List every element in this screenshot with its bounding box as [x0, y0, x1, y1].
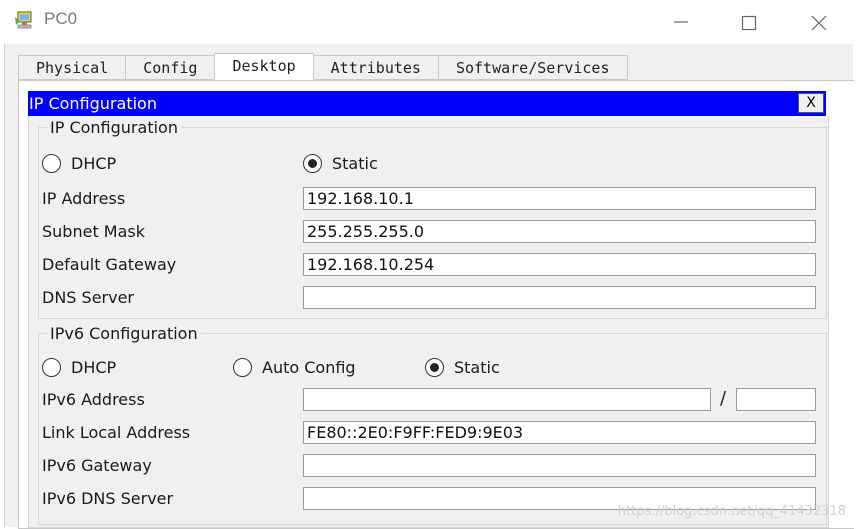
ip-config-title: IP Configuration [29, 94, 157, 113]
radio-selected-dot [308, 159, 317, 168]
ipv6-address-label: IPv6 Address [42, 390, 145, 409]
tab-software-services[interactable]: Software/Services [437, 55, 628, 80]
ipv6-group-legend: IPv6 Configuration [47, 324, 201, 343]
desktop-tab-panel: IP Configuration X IP Configuration DHCP… [18, 80, 854, 529]
ipv6-prefix-input[interactable] [736, 388, 816, 411]
ip-address-label: IP Address [42, 189, 126, 208]
ipv6-dns-label: IPv6 DNS Server [42, 489, 174, 508]
ip-config-body: IP Configuration DHCP Static IP Address … [28, 116, 829, 528]
ipv6-gateway-input[interactable] [303, 454, 816, 477]
prefix-separator: / [720, 388, 727, 409]
link-local-input[interactable]: FE80::2E0:F9FF:FED9:9E03 [303, 421, 816, 444]
ipv4-group-legend: IP Configuration [47, 118, 181, 137]
close-icon [811, 15, 827, 31]
ipv6-gateway-label: IPv6 Gateway [42, 456, 152, 475]
title-bar: PC0 [0, 0, 856, 44]
subnet-mask-input[interactable]: 255.255.255.0 [303, 220, 816, 243]
window-title: PC0 [44, 9, 78, 28]
watermark: https://blog.csdn.net/qq_41432318 [617, 504, 846, 519]
ipv4-static-label: Static [332, 154, 378, 173]
tab-physical[interactable]: Physical [18, 55, 127, 80]
close-window-button[interactable] [799, 9, 839, 35]
ipv6-static-label: Static [454, 358, 500, 377]
ipv4-static-radio[interactable] [303, 154, 322, 173]
ipv6-auto-config-label: Auto Config [262, 358, 356, 377]
ip-config-close-button[interactable]: X [798, 93, 824, 113]
link-local-label: Link Local Address [42, 423, 191, 442]
ip-config-titlebar: IP Configuration X [28, 91, 826, 116]
ipv4-dhcp-label: DHCP [71, 154, 117, 173]
packet-tracer-pc-icon [14, 9, 36, 31]
maximize-icon [741, 15, 757, 31]
ipv4-dhcp-radio[interactable] [42, 154, 61, 173]
subnet-mask-label: Subnet Mask [42, 222, 146, 241]
ipv6-address-input[interactable] [303, 388, 711, 411]
ipv6-dhcp-label: DHCP [71, 358, 117, 377]
ipv6-static-radio[interactable] [425, 358, 444, 377]
maximize-button[interactable] [729, 9, 769, 35]
dns-server-input[interactable] [303, 286, 816, 309]
ip-address-input[interactable]: 192.168.10.1 [303, 187, 816, 210]
ipv6-group: IPv6 Configuration DHCP Auto Config Stat… [38, 324, 827, 525]
ipv4-group: IP Configuration DHCP Static IP Address … [38, 118, 827, 319]
tab-attributes[interactable]: Attributes [312, 55, 439, 80]
minimize-button[interactable] [661, 9, 701, 35]
device-window-frame: Physical Config Desktop Attributes Softw… [4, 44, 854, 529]
default-gateway-label: Default Gateway [42, 255, 177, 274]
minimize-icon [674, 21, 688, 23]
radio-selected-dot [430, 363, 439, 372]
ipv6-auto-config-radio[interactable] [233, 358, 252, 377]
tab-config[interactable]: Config [125, 55, 216, 80]
ipv6-dhcp-radio[interactable] [42, 358, 61, 377]
tab-bar: Physical Config Desktop Attributes Softw… [18, 53, 628, 81]
dns-server-label: DNS Server [42, 288, 134, 307]
tab-desktop[interactable]: Desktop [214, 53, 314, 80]
default-gateway-input[interactable]: 192.168.10.254 [303, 253, 816, 276]
